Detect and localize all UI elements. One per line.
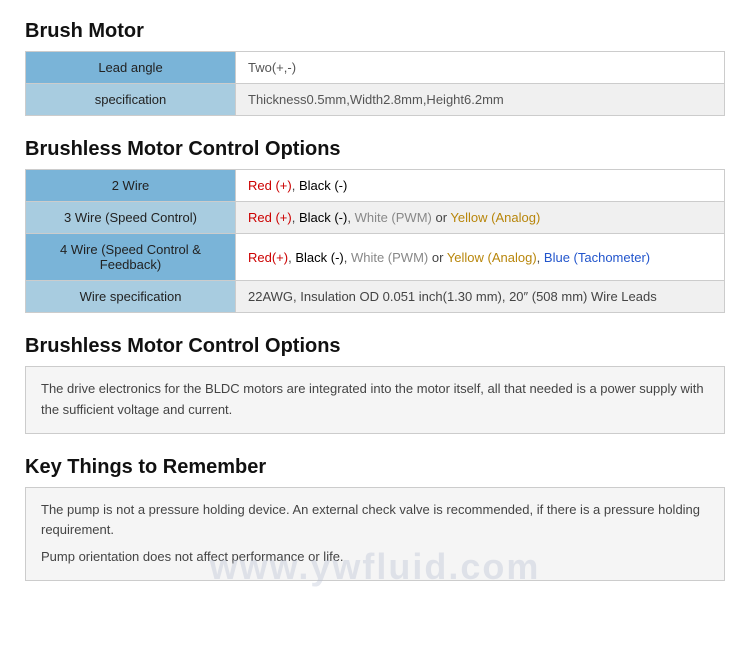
blue-text: Blue (Tachometer) — [544, 250, 650, 265]
value-2wire: Red (+), Black (-) — [236, 170, 725, 202]
label-2wire: 2 Wire — [26, 170, 236, 202]
key-things-box: The pump is not a pressure holding devic… — [25, 487, 725, 581]
black-text: Black (-) — [299, 210, 347, 225]
brush-motor-table: Lead angle Two(+,-) specification Thickn… — [25, 51, 725, 116]
value-3wire: Red (+), Black (-), White (PWM) or Yello… — [236, 202, 725, 234]
label-specification: specification — [26, 84, 236, 116]
key-things-line-2: Pump orientation does not affect perform… — [41, 547, 709, 568]
label-4wire: 4 Wire (Speed Control & Feedback) — [26, 234, 236, 281]
key-things-section: Key Things to Remember The pump is not a… — [25, 456, 725, 581]
white-text: White (PWM) — [351, 250, 428, 265]
red-text: Red (+) — [248, 178, 292, 193]
table-row: Lead angle Two(+,-) — [26, 52, 725, 84]
table-row: 4 Wire (Speed Control & Feedback) Red(+)… — [26, 234, 725, 281]
key-things-line-1: The pump is not a pressure holding devic… — [41, 500, 709, 542]
label-lead-angle: Lead angle — [26, 52, 236, 84]
yellow-text: Yellow (Analog) — [447, 250, 537, 265]
brushless-control-title: Brushless Motor Control Options — [25, 138, 725, 161]
brush-motor-section: Brush Motor Lead angle Two(+,-) specific… — [25, 20, 725, 116]
key-things-title: Key Things to Remember — [25, 456, 725, 479]
brushless-control-table: 2 Wire Red (+), Black (-) 3 Wire (Speed … — [25, 169, 725, 313]
brushless-control-section: Brushless Motor Control Options 2 Wire R… — [25, 138, 725, 313]
value-4wire: Red(+), Black (-), White (PWM) or Yellow… — [236, 234, 725, 281]
value-wire-spec: 22AWG, Insulation OD 0.051 inch(1.30 mm)… — [236, 281, 725, 313]
value-specification: Thickness0.5mm,Width2.8mm,Height6.2mm — [236, 84, 725, 116]
brushless-desc-section: Brushless Motor Control Options The driv… — [25, 335, 725, 434]
table-row: 2 Wire Red (+), Black (-) — [26, 170, 725, 202]
table-row: 3 Wire (Speed Control) Red (+), Black (-… — [26, 202, 725, 234]
label-3wire: 3 Wire (Speed Control) — [26, 202, 236, 234]
value-lead-angle: Two(+,-) — [236, 52, 725, 84]
black-text: Black (-) — [295, 250, 343, 265]
brushless-desc-text: The drive electronics for the BLDC motor… — [41, 381, 704, 417]
yellow-text: Yellow (Analog) — [450, 210, 540, 225]
brush-motor-title: Brush Motor — [25, 20, 725, 43]
black-text: Black (-) — [299, 178, 347, 193]
red-text: Red (+) — [248, 210, 292, 225]
white-text: White (PWM) — [355, 210, 432, 225]
table-row: specification Thickness0.5mm,Width2.8mm,… — [26, 84, 725, 116]
brushless-desc-box: The drive electronics for the BLDC motor… — [25, 366, 725, 434]
red-text: Red(+) — [248, 250, 288, 265]
table-row: Wire specification 22AWG, Insulation OD … — [26, 281, 725, 313]
sep-text: , — [292, 178, 299, 193]
brushless-desc-title: Brushless Motor Control Options — [25, 335, 725, 358]
label-wire-spec: Wire specification — [26, 281, 236, 313]
